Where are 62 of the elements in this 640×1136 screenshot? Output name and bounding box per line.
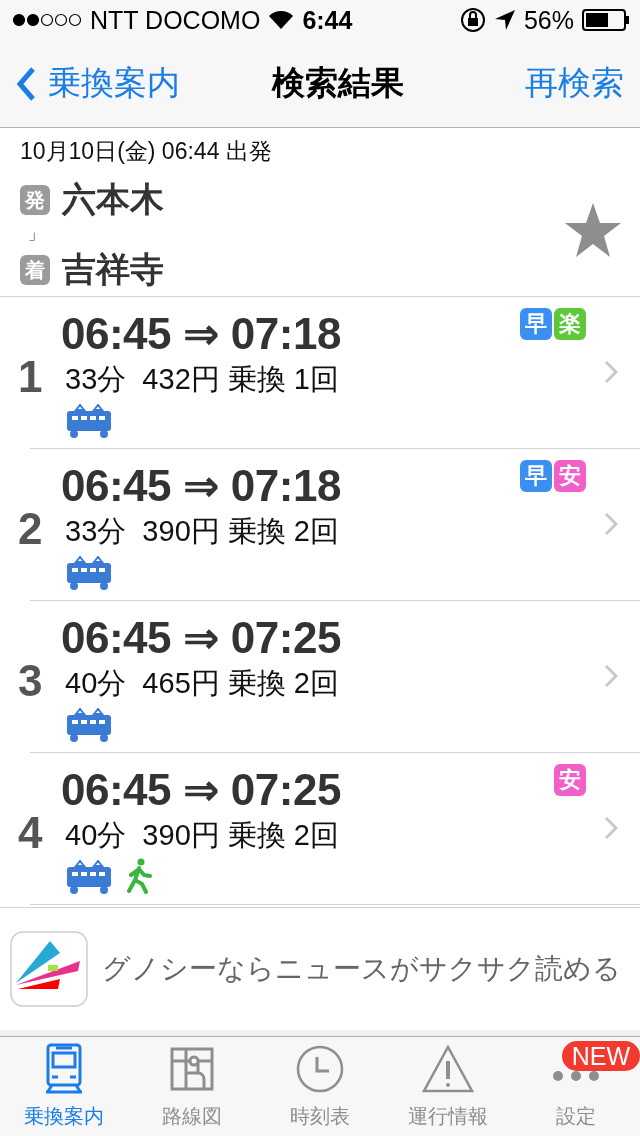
chevron-right-icon bbox=[604, 664, 618, 688]
favorite-star-icon[interactable] bbox=[564, 202, 622, 258]
route-tag: 楽 bbox=[554, 308, 586, 340]
location-arrow-icon bbox=[493, 9, 516, 31]
status-time: 6:44 bbox=[302, 5, 353, 35]
route-row[interactable]: 1 06:45 ⇒ 07:18 33分 432円 乗換 1回 早 楽 bbox=[0, 297, 640, 449]
chevron-right-icon bbox=[604, 816, 618, 840]
train-icon bbox=[66, 860, 112, 894]
departure-datetime: 10月10日(金) 06:44 出発 bbox=[20, 137, 273, 166]
arrival-tag: 着 bbox=[20, 255, 50, 285]
route-number: 3 bbox=[18, 655, 44, 706]
screen-title: 検索結果 bbox=[270, 63, 405, 103]
carrier-name: NTT DOCOMO bbox=[90, 5, 261, 35]
train-icon bbox=[66, 556, 112, 590]
route-times: 06:45 ⇒ 07:25 bbox=[61, 764, 341, 816]
route-times: 06:45 ⇒ 07:25 bbox=[61, 612, 341, 664]
tab-item[interactable]: NEW 設定 bbox=[512, 1037, 640, 1136]
tab-item[interactable]: 運行情報 bbox=[384, 1037, 512, 1136]
back-button[interactable]: 乗換案内 bbox=[16, 61, 180, 106]
route-number: 4 bbox=[18, 807, 44, 858]
tab-item[interactable]: 乗換案内 bbox=[0, 1037, 128, 1136]
route-times: 06:45 ⇒ 07:18 bbox=[61, 460, 341, 512]
route-row[interactable]: 2 06:45 ⇒ 07:18 33分 390円 乗換 2回 早 安 bbox=[0, 449, 640, 601]
route-tag: 早 bbox=[520, 460, 552, 492]
route-number: 2 bbox=[18, 503, 44, 554]
wifi-icon bbox=[268, 10, 295, 30]
route-summary: 40分 390円 乗換 2回 bbox=[64, 818, 340, 853]
ad-text: グノシーならニュースがサクサク読める bbox=[102, 952, 621, 986]
origin-station: 六本木 bbox=[62, 179, 164, 220]
signal-icon bbox=[12, 13, 82, 27]
train-icon bbox=[66, 404, 112, 438]
back-chevron-icon bbox=[16, 65, 36, 102]
tab-item[interactable]: 路線図 bbox=[128, 1037, 256, 1136]
route-summary: 40分 465円 乗換 2回 bbox=[64, 666, 340, 701]
clock-icon bbox=[296, 1045, 344, 1093]
walking-person-icon bbox=[124, 858, 154, 894]
route-number: 1 bbox=[18, 351, 44, 402]
rotation-lock-icon bbox=[459, 7, 486, 33]
ad-banner[interactable]: グノシーならニュースがサクサク読める bbox=[0, 907, 640, 1030]
app-logo-icon bbox=[10, 931, 88, 1007]
new-badge: NEW bbox=[561, 1041, 640, 1071]
connector-mark: 」 bbox=[27, 224, 45, 244]
route-summary: 33分 432円 乗換 1回 bbox=[64, 362, 340, 397]
train-icon bbox=[66, 708, 112, 742]
route-summary: 33分 390円 乗換 2回 bbox=[64, 514, 340, 549]
more-icon bbox=[552, 1070, 600, 1082]
chevron-right-icon bbox=[604, 512, 618, 536]
chevron-right-icon bbox=[604, 360, 618, 384]
route-row[interactable]: 3 06:45 ⇒ 07:25 40分 465円 乗換 2回 bbox=[0, 601, 640, 753]
warning-icon bbox=[422, 1045, 474, 1093]
route-tag: 早 bbox=[520, 308, 552, 340]
battery-percentage: 56% bbox=[523, 5, 574, 35]
route-tag: 安 bbox=[554, 460, 586, 492]
route-times: 06:45 ⇒ 07:18 bbox=[61, 308, 341, 360]
departure-tag: 発 bbox=[20, 185, 50, 215]
battery-icon bbox=[582, 9, 630, 31]
destination-station: 吉祥寺 bbox=[62, 249, 164, 290]
tab-item[interactable]: 時刻表 bbox=[256, 1037, 384, 1136]
route-tag: 安 bbox=[554, 764, 586, 796]
route-row[interactable]: 4 06:45 ⇒ 07:25 40分 390円 乗換 2回 安 bbox=[0, 753, 640, 905]
research-button[interactable]: 再検索 bbox=[525, 61, 624, 106]
map-icon bbox=[170, 1047, 214, 1091]
